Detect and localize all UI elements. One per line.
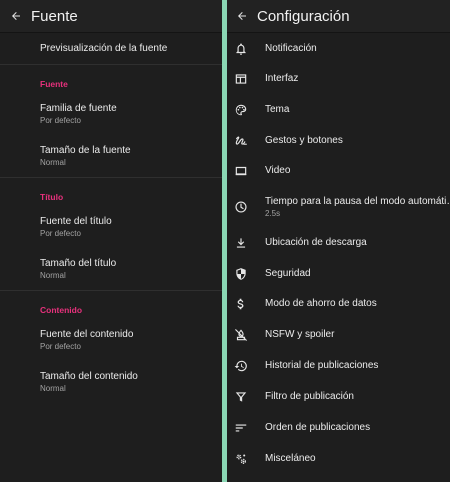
settings-item-label: Historial de publicaciones	[265, 360, 379, 371]
settings-item-post-filter[interactable]: Filtro de publicación	[227, 384, 450, 410]
title-font-item[interactable]: Fuente del título Por defecto	[0, 209, 222, 247]
arrow-back-icon	[238, 12, 246, 20]
settings-item-label: Tiempo para la pausa del modo automáti…	[265, 196, 450, 207]
settings-item-interface[interactable]: Interfaz	[227, 66, 450, 92]
category-content: Contenido	[40, 305, 83, 315]
gesture-icon	[235, 136, 247, 145]
font-preview-item[interactable]: Previsualización de la fuente	[0, 33, 222, 63]
settings-item-label: Ubicación de descarga	[265, 237, 367, 248]
sort-icon	[235, 424, 247, 432]
settings-item-security[interactable]: Seguridad	[227, 261, 450, 287]
history-icon	[234, 360, 247, 372]
filter-icon	[235, 392, 247, 402]
content-size-item[interactable]: Tamaño del contenido Normal	[0, 364, 222, 402]
video-icon	[235, 166, 247, 176]
title-size-title: Tamaño del título	[40, 258, 117, 269]
bell-icon	[236, 43, 246, 55]
settings-item-gestures[interactable]: Gestos y botones	[227, 128, 450, 154]
settings-item-label: Notificación	[265, 43, 317, 54]
font-size-value: Normal	[40, 158, 66, 167]
settings-item-label: Filtro de publicación	[265, 391, 354, 402]
settings-item-label: Video	[265, 165, 291, 176]
back-button[interactable]	[1, 0, 31, 33]
settings-item-download-location[interactable]: Ubicación de descarga	[227, 230, 450, 256]
content-size-title: Tamaño del contenido	[40, 371, 138, 382]
settings-item-notification[interactable]: Notificación	[227, 36, 450, 62]
content-font-item[interactable]: Fuente del contenido Por defecto	[0, 322, 222, 360]
settings-item-label: Misceláneo	[265, 453, 316, 464]
title-font-title: Fuente del título	[40, 216, 112, 227]
font-size-item[interactable]: Tamaño de la fuente Normal	[0, 138, 222, 176]
palette-icon	[235, 104, 247, 116]
settings-item-label: Interfaz	[265, 73, 299, 84]
title-font-value: Por defecto	[40, 229, 81, 238]
font-family-title: Familia de fuente	[40, 103, 117, 114]
font-settings-panel: Fuente Previsualización de la fuente Fue…	[0, 0, 222, 482]
shield-icon	[236, 268, 246, 280]
settings-panel: Configuración Notificación Interfaz Tema…	[227, 0, 450, 482]
section-divider	[0, 177, 222, 178]
settings-item-label: Gestos y botones	[265, 135, 343, 146]
settings-item-autoplay-pause[interactable]: Tiempo para la pausa del modo automáti… …	[227, 190, 450, 225]
page-title: Configuración	[257, 7, 350, 25]
settings-item-label: Modo de ahorro de datos	[265, 298, 377, 309]
dollar-icon	[237, 298, 244, 310]
interface-icon	[235, 74, 247, 84]
settings-item-value: 2.5s	[265, 209, 281, 218]
settings-item-misc[interactable]: Misceláneo	[227, 446, 450, 472]
arrow-back-icon	[12, 12, 20, 20]
settings-item-label: Seguridad	[265, 268, 311, 279]
font-preview-label: Previsualización de la fuente	[40, 43, 168, 54]
title-size-value: Normal	[40, 271, 66, 280]
category-font: Fuente	[40, 79, 68, 89]
settings-item-label: Orden de publicaciones	[265, 422, 371, 433]
font-size-title: Tamaño de la fuente	[40, 145, 131, 156]
settings-item-theme[interactable]: Tema	[227, 97, 450, 123]
gears-icon	[236, 454, 246, 464]
section-divider	[0, 64, 222, 65]
settings-item-nsfw[interactable]: NSFW y spoiler	[227, 322, 450, 348]
settings-item-post-order[interactable]: Orden de publicaciones	[227, 415, 450, 441]
content-size-value: Normal	[40, 384, 66, 393]
nsfw-icon	[235, 329, 247, 341]
section-divider	[0, 290, 222, 291]
back-button[interactable]	[227, 0, 257, 33]
category-title: Título	[40, 192, 64, 202]
download-icon	[236, 238, 246, 248]
settings-item-label: Tema	[265, 104, 290, 115]
app-bar: Configuración	[227, 0, 450, 33]
font-family-value: Por defecto	[40, 116, 81, 125]
settings-item-data-saving[interactable]: Modo de ahorro de datos	[227, 291, 450, 317]
settings-item-label: NSFW y spoiler	[265, 329, 335, 340]
settings-item-video[interactable]: Video	[227, 158, 450, 184]
content-font-title: Fuente del contenido	[40, 329, 134, 340]
title-size-item[interactable]: Tamaño del título Normal	[0, 251, 222, 289]
page-title: Fuente	[31, 7, 78, 25]
font-family-item[interactable]: Familia de fuente Por defecto	[0, 96, 222, 134]
content-font-value: Por defecto	[40, 342, 81, 351]
clock-icon	[235, 201, 247, 213]
settings-item-post-history[interactable]: Historial de publicaciones	[227, 353, 450, 379]
app-bar: Fuente	[0, 0, 222, 33]
